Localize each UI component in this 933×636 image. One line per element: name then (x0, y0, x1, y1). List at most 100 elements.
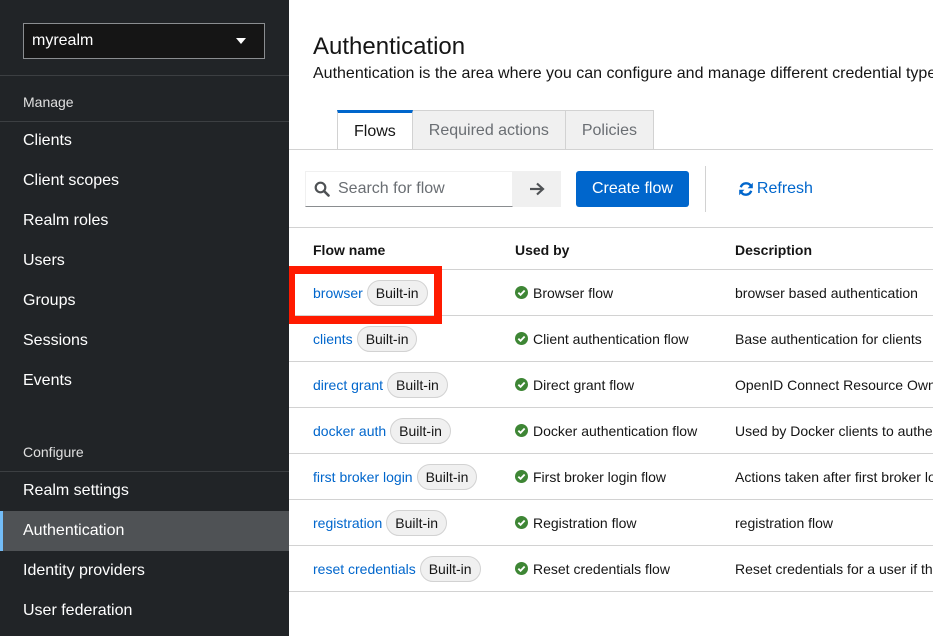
built-in-badge: Built-in (366, 279, 428, 306)
built-in-badge: Built-in (416, 463, 478, 490)
flow-name-cell: first broker login Built-in (313, 454, 478, 499)
tab-flows[interactable]: Flows (337, 110, 413, 150)
flow-name-link[interactable]: clients (313, 331, 353, 347)
flow-name-cell: reset credentials Built-in (313, 546, 481, 591)
used-by-cell: First broker login flow (515, 454, 666, 499)
toolbar-separator (704, 166, 706, 212)
table-row: registration Built-in Registration flow reg… (289, 500, 933, 546)
flow-name-cell: registration Built-in (313, 500, 448, 545)
used-by-cell: Client authentication flow (515, 316, 689, 361)
search-submit-button[interactable] (513, 171, 561, 207)
sync-icon (739, 182, 753, 196)
flow-name-link[interactable]: docker auth (313, 423, 386, 439)
column-header-flow-name[interactable]: Flow name (313, 242, 385, 258)
sidebar-item-sessions[interactable]: Sessions (0, 321, 289, 361)
built-in-badge: Built-in (390, 417, 451, 444)
used-by-label: Browser flow (533, 284, 614, 301)
built-in-badge: Built-in (419, 555, 481, 582)
refresh-button[interactable]: Refresh (738, 180, 813, 198)
column-header-used-by[interactable]: Used by (515, 242, 569, 258)
table-row: clients Built-in Client authentication flo… (289, 316, 933, 362)
arrow-right-icon (530, 182, 545, 196)
sidebar-item-realm-settings[interactable]: Realm settings (0, 471, 289, 511)
built-in-badge: Built-in (386, 509, 448, 536)
flow-name-cell: docker auth Built-in (313, 408, 451, 453)
sidebar-item-label: User federation (23, 602, 133, 619)
column-header-description[interactable]: Description (735, 242, 812, 258)
sidebar-item-label: Events (23, 372, 72, 389)
sidebar-item-authentication[interactable]: Authentication (0, 511, 289, 551)
table-row: direct grant Built-in Direct grant flow Ope… (289, 362, 933, 408)
description-cell: Reset credentials for a user if they for… (735, 546, 933, 591)
sidebar-item-label: Realm roles (23, 212, 109, 229)
sidebar-item-label: Sessions (23, 332, 88, 349)
search-box (305, 171, 513, 207)
nav-group-configure: Configure (23, 444, 84, 460)
refresh-label: Refresh (756, 180, 813, 197)
used-by-cell: Browser flow (515, 270, 613, 315)
sidebar-item-identity-providers[interactable]: Identity providers (0, 551, 289, 591)
used-by-label: Direct grant flow (533, 376, 635, 393)
sidebar-item-label: Client scopes (23, 172, 120, 189)
sidebar-item-client-scopes[interactable]: Client scopes (0, 161, 289, 201)
sidebar-item-users[interactable]: Users (0, 241, 289, 281)
nav-group-manage: Manage (23, 94, 74, 110)
check-circle-icon (515, 286, 528, 299)
flow-name-link[interactable]: first broker login (313, 469, 413, 485)
tabs: Flows Required actions Policies (337, 110, 654, 150)
description-cell: OpenID Connect Resource Owner Grant (735, 362, 933, 407)
description-cell: Used by Docker clients to authenticate a… (735, 408, 933, 453)
check-circle-icon (515, 378, 528, 391)
table-row: reset credentials Built-in Reset credentia… (289, 546, 933, 592)
sidebar-item-label: Users (23, 252, 65, 269)
sidebar-item-user-federation[interactable]: User federation (0, 591, 289, 631)
tab-policies[interactable]: Policies (565, 110, 654, 150)
sidebar-item-label: Identity providers (23, 562, 145, 579)
search-input[interactable] (338, 180, 508, 198)
flow-name-cell: direct grant Built-in (313, 362, 448, 407)
flow-name-cell: clients Built-in (313, 316, 418, 361)
used-by-cell: Registration flow (515, 500, 637, 545)
description-text: browser based authentication (735, 284, 918, 301)
description-cell: Base authentication for clients (735, 316, 922, 361)
flow-name-cell: browser Built-in (313, 270, 428, 315)
description-cell: registration flow (735, 500, 833, 545)
create-flow-button[interactable]: Create flow (576, 171, 689, 207)
used-by-cell: Docker authentication flow (515, 408, 697, 453)
sidebar-item-label: Authentication (23, 522, 125, 539)
sidebar-item-realm-roles[interactable]: Realm roles (0, 201, 289, 241)
tab-required-actions[interactable]: Required actions (412, 110, 566, 150)
table-row: first broker login Built-in First broker l… (289, 454, 933, 500)
used-by-label: First broker login flow (533, 468, 667, 485)
caret-down-icon (236, 38, 246, 44)
sidebar-item-groups[interactable]: Groups (0, 281, 289, 321)
used-by-cell: Reset credentials flow (515, 546, 670, 591)
realm-selector-value: myrealm (32, 32, 94, 49)
description-cell: browser based authentication (735, 270, 918, 315)
used-by-cell: Direct grant flow (515, 362, 634, 407)
sidebar-item-label: Groups (23, 292, 76, 309)
description-text: Base authentication for clients (735, 330, 922, 347)
used-by-label: Registration flow (533, 514, 637, 531)
table-row: docker auth Built-in Docker authentication… (289, 408, 933, 454)
search-icon (314, 181, 330, 197)
tabs-divider (289, 149, 933, 150)
sidebar-divider (0, 75, 289, 76)
flow-name-link[interactable]: direct grant (313, 377, 383, 393)
description-text: Used by Docker clients to authenticate a… (735, 422, 933, 439)
check-circle-icon (515, 470, 528, 483)
sidebar-item-label: Realm settings (23, 482, 129, 499)
used-by-label: Docker authentication flow (533, 422, 698, 439)
flow-name-link[interactable]: registration (313, 515, 382, 531)
flow-name-link[interactable]: browser (313, 285, 363, 301)
flow-name-link[interactable]: reset credentials (313, 561, 416, 577)
check-circle-icon (515, 332, 528, 345)
table-divider (289, 227, 933, 228)
table-row: browser Built-in Browser flow browser based… (289, 270, 933, 316)
page-description: Authentication is the area where you can… (313, 65, 933, 82)
sidebar-item-events[interactable]: Events (0, 361, 289, 401)
used-by-label: Reset credentials flow (533, 560, 670, 577)
sidebar-item-clients[interactable]: Clients (0, 121, 289, 161)
realm-selector[interactable]: myrealm (23, 23, 265, 59)
used-by-label: Client authentication flow (533, 330, 689, 347)
